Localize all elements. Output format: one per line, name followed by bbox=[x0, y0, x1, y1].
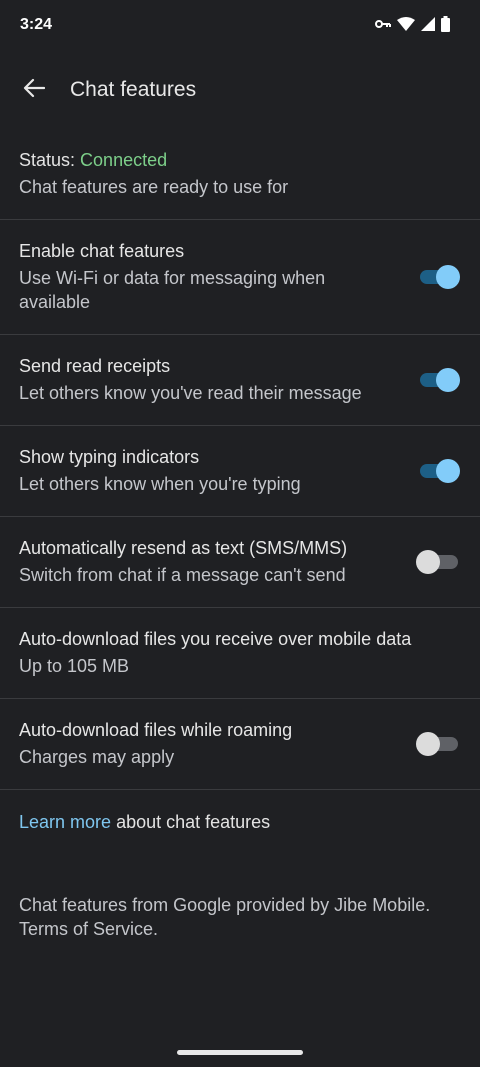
setting-title: Auto-download files while roaming bbox=[19, 720, 293, 740]
setting-subtitle: Let others know you've read their messag… bbox=[19, 383, 362, 403]
setting-subtitle: Let others know when you're typing bbox=[19, 474, 301, 494]
roaming-download-toggle[interactable] bbox=[416, 732, 458, 756]
page-title: Chat features bbox=[70, 78, 197, 101]
status-description: Chat features are ready to use for bbox=[19, 177, 289, 197]
setting-auto-download-mobile-data[interactable]: Auto-download files you receive over mob… bbox=[0, 608, 480, 699]
battery-icon bbox=[441, 16, 450, 32]
auto-resend-toggle[interactable] bbox=[416, 550, 458, 574]
cell-signal-icon bbox=[421, 17, 435, 31]
learn-more-text: about chat features bbox=[111, 812, 271, 832]
wifi-icon bbox=[397, 17, 415, 31]
setting-subtitle: Use Wi-Fi or data for messaging when ava… bbox=[19, 268, 326, 312]
setting-auto-download-roaming[interactable]: Auto-download files while roaming Charge… bbox=[0, 699, 480, 790]
app-bar: Chat features bbox=[0, 52, 480, 128]
learn-more-line: Learn more about chat features bbox=[0, 790, 480, 873]
vpn-key-icon bbox=[375, 18, 391, 30]
home-indicator[interactable] bbox=[177, 1050, 303, 1055]
setting-subtitle: Switch from chat if a message can't send bbox=[19, 565, 346, 585]
arrow-back-icon bbox=[23, 78, 46, 103]
setting-title: Send read receipts bbox=[19, 356, 171, 376]
enable-chat-toggle[interactable] bbox=[420, 265, 460, 289]
footer-text[interactable]: Chat features from Google provided by Ji… bbox=[0, 873, 480, 961]
read-receipts-toggle[interactable] bbox=[420, 368, 460, 392]
typing-indicators-toggle[interactable] bbox=[420, 459, 460, 483]
setting-title: Automatically resend as text (SMS/MMS) bbox=[19, 538, 348, 558]
setting-send-read-receipts[interactable]: Send read receipts Let others know you'v… bbox=[0, 335, 480, 426]
setting-enable-chat-features[interactable]: Enable chat features Use Wi-Fi or data f… bbox=[0, 220, 480, 335]
setting-title: Auto-download files you receive over mob… bbox=[19, 629, 412, 649]
status-time: 3:24 bbox=[20, 16, 53, 33]
status-label: Status: bbox=[19, 150, 76, 170]
setting-subtitle: Charges may apply bbox=[19, 747, 175, 767]
learn-more-link[interactable]: Learn more bbox=[19, 812, 111, 832]
setting-title: Enable chat features bbox=[19, 241, 185, 261]
status-bar: 3:24 bbox=[0, 0, 480, 52]
status-icons bbox=[375, 16, 450, 32]
setting-auto-resend-sms[interactable]: Automatically resend as text (SMS/MMS) S… bbox=[0, 517, 480, 608]
setting-show-typing-indicators[interactable]: Show typing indicators Let others know w… bbox=[0, 426, 480, 517]
status-value: Connected bbox=[80, 150, 168, 170]
setting-title: Show typing indicators bbox=[19, 447, 200, 467]
connection-status: Status: Connected Chat features are read… bbox=[0, 128, 480, 220]
setting-subtitle: Up to 105 MB bbox=[19, 656, 130, 676]
back-button[interactable] bbox=[14, 70, 54, 110]
